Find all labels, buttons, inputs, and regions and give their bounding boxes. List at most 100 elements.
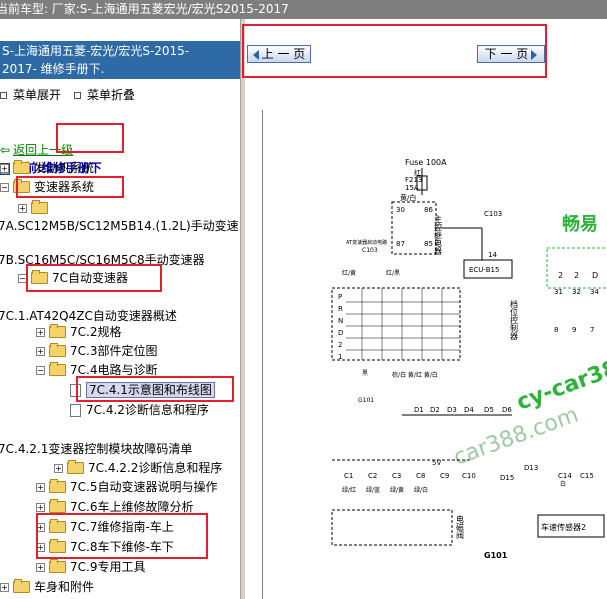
- speed-sensor-label: 车速传感器2: [541, 522, 586, 532]
- relay-pin: 30: [396, 206, 405, 214]
- collapse-toggle-icon[interactable]: −: [36, 366, 45, 375]
- manual-tree-panel: S-上海通用五菱-宏光/宏光S-2015- 2017- 维修手册下. 菜单展开 …: [0, 19, 240, 599]
- box-label: 2: [574, 271, 579, 280]
- conn-label: C1: [344, 472, 353, 480]
- gear-label: P: [338, 293, 342, 301]
- wiring-diagram: 畅易 cy-car388 car388.com Fuse 100A 红 F213…: [262, 110, 607, 599]
- wire-color: 绿/红: [342, 486, 356, 494]
- diode-label: D5: [484, 406, 494, 414]
- tree-item-7c2[interactable]: +7C.2规格: [36, 323, 121, 341]
- tree-item-7b[interactable]: 7B.SC16M5C/SC16M5C8手动变速器: [0, 251, 205, 269]
- folder-icon: [49, 498, 66, 513]
- pin-label: 14: [488, 251, 497, 259]
- expand-menu-button[interactable]: 菜单展开: [0, 86, 61, 103]
- tree-item-7a[interactable]: 7A.SC12M5B/SC12M5B14.(1.2L)手动变速: [0, 217, 239, 235]
- expand-toggle-icon[interactable]: +: [36, 523, 45, 532]
- conn-label: C2: [368, 472, 377, 480]
- expand-toggle-icon[interactable]: +: [36, 503, 45, 512]
- tree-item-7c422[interactable]: +7C.4.2.2诊断信息和程序: [54, 459, 222, 477]
- tree-item-empty[interactable]: +: [18, 199, 52, 217]
- wire-color: 红/黄: [342, 269, 356, 277]
- tree-item-7c[interactable]: −7C自动变速器: [18, 269, 128, 287]
- expand-toggle-icon[interactable]: +: [54, 464, 63, 473]
- expand-toggle-icon[interactable]: +: [36, 347, 45, 356]
- next-arrow-icon: [531, 49, 538, 60]
- model-label: 当前车型:: [0, 2, 49, 16]
- tree-item-7c7[interactable]: +7C.7维修指南-车上: [36, 518, 174, 536]
- tree-item-7c3[interactable]: +7C.3部件定位图: [36, 342, 157, 360]
- manual-title-line2: 2017- 维修手册下.: [2, 62, 105, 76]
- prev-arrow-icon: [252, 49, 259, 60]
- gear-label: D: [338, 329, 343, 337]
- expand-toggle-icon[interactable]: +: [36, 543, 45, 552]
- conn-label: C103: [484, 210, 502, 218]
- manual-title: S-上海通用五菱-宏光/宏光S-2015- 2017- 维修手册下.: [0, 41, 240, 79]
- back-link[interactable]: ⇦ 返回上一级: [0, 141, 73, 158]
- fuse-label: Fuse 100A: [405, 158, 447, 167]
- wire-color: 绿/蓝: [366, 486, 380, 494]
- prev-page-button[interactable]: 上 一 页: [247, 45, 311, 63]
- tree-item-7c42[interactable]: 7C.4.2诊断信息和程序: [70, 401, 209, 419]
- pin-label: 32: [572, 288, 581, 296]
- conn-label: C103: [362, 247, 378, 254]
- tree-item-7c421[interactable]: 7C.4.2.1变速器控制模块故障码清单: [0, 440, 192, 458]
- folder-icon: [49, 323, 66, 338]
- folder-icon: [49, 361, 66, 376]
- document-icon: [70, 404, 81, 417]
- tree-item-7c6[interactable]: +7C.6车上维修故障分析: [36, 498, 193, 516]
- tree-item-transmission[interactable]: − 变速器系统: [0, 178, 94, 196]
- gear-label: R: [338, 305, 343, 313]
- folder-icon: [49, 538, 66, 553]
- ground-label: G101: [358, 397, 374, 404]
- relay-pin: 87: [396, 240, 405, 248]
- conn-label: C14: [558, 472, 572, 480]
- pin-label: 9: [572, 326, 576, 334]
- wire-color: 黑: [362, 370, 368, 377]
- relay-label: 主控继电器: [434, 214, 443, 256]
- expand-toggle-icon[interactable]: +: [36, 563, 45, 572]
- folder-icon: [49, 518, 66, 533]
- tree-item-7c9[interactable]: +7C.9专用工具: [36, 558, 145, 576]
- expand-toggle-icon[interactable]: +: [36, 328, 45, 337]
- wire-color: 红/黑: [386, 269, 400, 277]
- gear-label: 1: [338, 353, 342, 361]
- pin-label: 31: [554, 288, 563, 296]
- collapse-menu-button[interactable]: 菜单折叠: [74, 86, 135, 103]
- tree-item-engine[interactable]: + 发动机系统: [0, 159, 94, 177]
- tree-item-7c8[interactable]: +7C.8车下维修-车下: [36, 538, 174, 556]
- expand-icon: [0, 92, 7, 99]
- folder-icon: [31, 199, 48, 214]
- tree-item-7c4[interactable]: −7C.4电路与诊断: [36, 361, 157, 379]
- collapse-icon: [74, 92, 81, 99]
- folder-icon: [13, 578, 30, 593]
- box-label: D: [592, 271, 598, 280]
- model-value: 厂家:S-上海通用五菱宏光/宏光S2015-2017: [51, 2, 289, 16]
- folder-icon: [13, 159, 30, 174]
- expand-toggle-icon[interactable]: +: [18, 204, 27, 213]
- ground-label: G101: [484, 551, 508, 560]
- expand-toggle-icon[interactable]: +: [36, 483, 45, 492]
- gear-label: 2: [338, 341, 342, 349]
- collapse-toggle-icon[interactable]: −: [18, 274, 27, 283]
- next-page-button[interactable]: 下 一 页: [477, 45, 545, 63]
- collapse-toggle-icon[interactable]: −: [0, 183, 9, 192]
- tree-item-7c41[interactable]: 7C.4.1示意图和布线图: [70, 381, 215, 399]
- at-ctrl-label: AT变速器启动电路: [346, 239, 387, 246]
- conn-label: C3: [392, 472, 401, 480]
- expand-toggle-icon[interactable]: +: [0, 583, 9, 592]
- folder-icon: [13, 178, 30, 193]
- gear-label: N: [338, 317, 343, 325]
- manual-title-line1: S-上海通用五菱-宏光/宏光S-2015-: [2, 44, 190, 58]
- expand-toggle-icon[interactable]: +: [0, 164, 9, 173]
- tree-item-body[interactable]: + 车身和附件: [0, 578, 94, 596]
- relay-pin: 85: [424, 240, 433, 248]
- pin-label: 7: [590, 326, 594, 334]
- conn-label: C9: [440, 472, 449, 480]
- tree-item-7c5[interactable]: +7C.5自动变速器说明与操作: [36, 478, 217, 496]
- folder-icon: [67, 459, 84, 474]
- f213-label: F213: [405, 176, 422, 184]
- diode-label: D4: [464, 406, 474, 414]
- folder-icon: [49, 342, 66, 357]
- back-arrow-icon: ⇦: [0, 143, 11, 157]
- wire-color: 绿/黄: [390, 486, 404, 494]
